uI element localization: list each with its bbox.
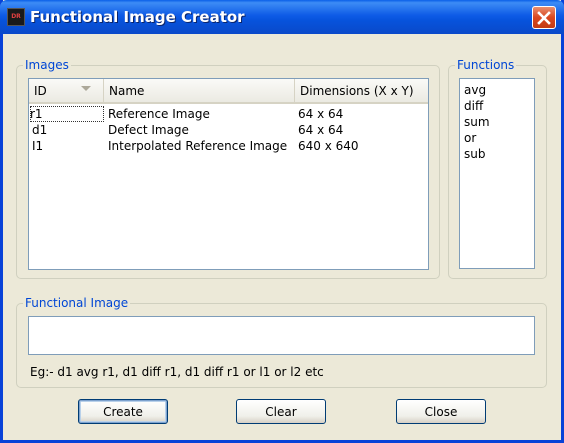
row-name: Interpolated Reference Image — [108, 139, 288, 153]
images-table[interactable]: ID Name Dimensions (X x Y) r1 Reference … — [28, 78, 429, 270]
table-header: ID Name Dimensions (X x Y) — [29, 79, 428, 104]
list-item-sub[interactable]: sub — [464, 146, 534, 162]
functions-group-label: Functions — [455, 58, 517, 72]
window-title: Functional Image Creator — [30, 8, 245, 26]
column-header-id[interactable]: ID — [29, 79, 104, 102]
example-hint: Eg:- d1 avg r1, d1 diff r1, d1 diff r1 o… — [30, 365, 324, 379]
column-header-dimensions[interactable]: Dimensions (X x Y) — [295, 79, 428, 102]
window-close-button[interactable] — [532, 6, 556, 29]
row-dimensions: 64 x 64 — [298, 123, 344, 137]
sort-descending-icon — [81, 86, 91, 91]
list-item-diff[interactable]: diff — [464, 98, 534, 114]
column-header-name[interactable]: Name — [104, 79, 295, 102]
functional-image-input[interactable] — [28, 316, 535, 355]
table-row[interactable]: d1 Defect Image 64 x 64 — [29, 122, 428, 138]
row-name: Defect Image — [108, 123, 189, 137]
close-icon — [537, 10, 551, 25]
list-item-sum[interactable]: sum — [464, 114, 534, 130]
table-row[interactable]: I1 Interpolated Reference Image 640 x 64… — [29, 138, 428, 154]
row-id: d1 — [32, 123, 48, 137]
clear-button[interactable]: Clear — [236, 399, 326, 424]
create-button[interactable]: Create — [78, 399, 168, 424]
list-item-or[interactable]: or — [464, 130, 534, 146]
row-name: Reference Image — [108, 107, 210, 121]
list-item-avg[interactable]: avg — [464, 82, 534, 98]
app-icon: DR — [7, 8, 25, 26]
images-group-label: Images — [23, 58, 71, 72]
row-id: r1 — [30, 106, 104, 122]
row-id: I1 — [32, 139, 44, 153]
functional-image-group-label: Functional Image — [23, 296, 131, 310]
table-row[interactable]: r1 Reference Image 64 x 64 — [29, 106, 428, 122]
row-dimensions: 64 x 64 — [298, 107, 344, 121]
close-button[interactable]: Close — [396, 399, 486, 424]
functions-list[interactable]: avg diff sum or sub — [459, 78, 535, 269]
row-dimensions: 640 x 640 — [298, 139, 359, 153]
title-bar[interactable]: DR Functional Image Creator — [0, 0, 564, 34]
